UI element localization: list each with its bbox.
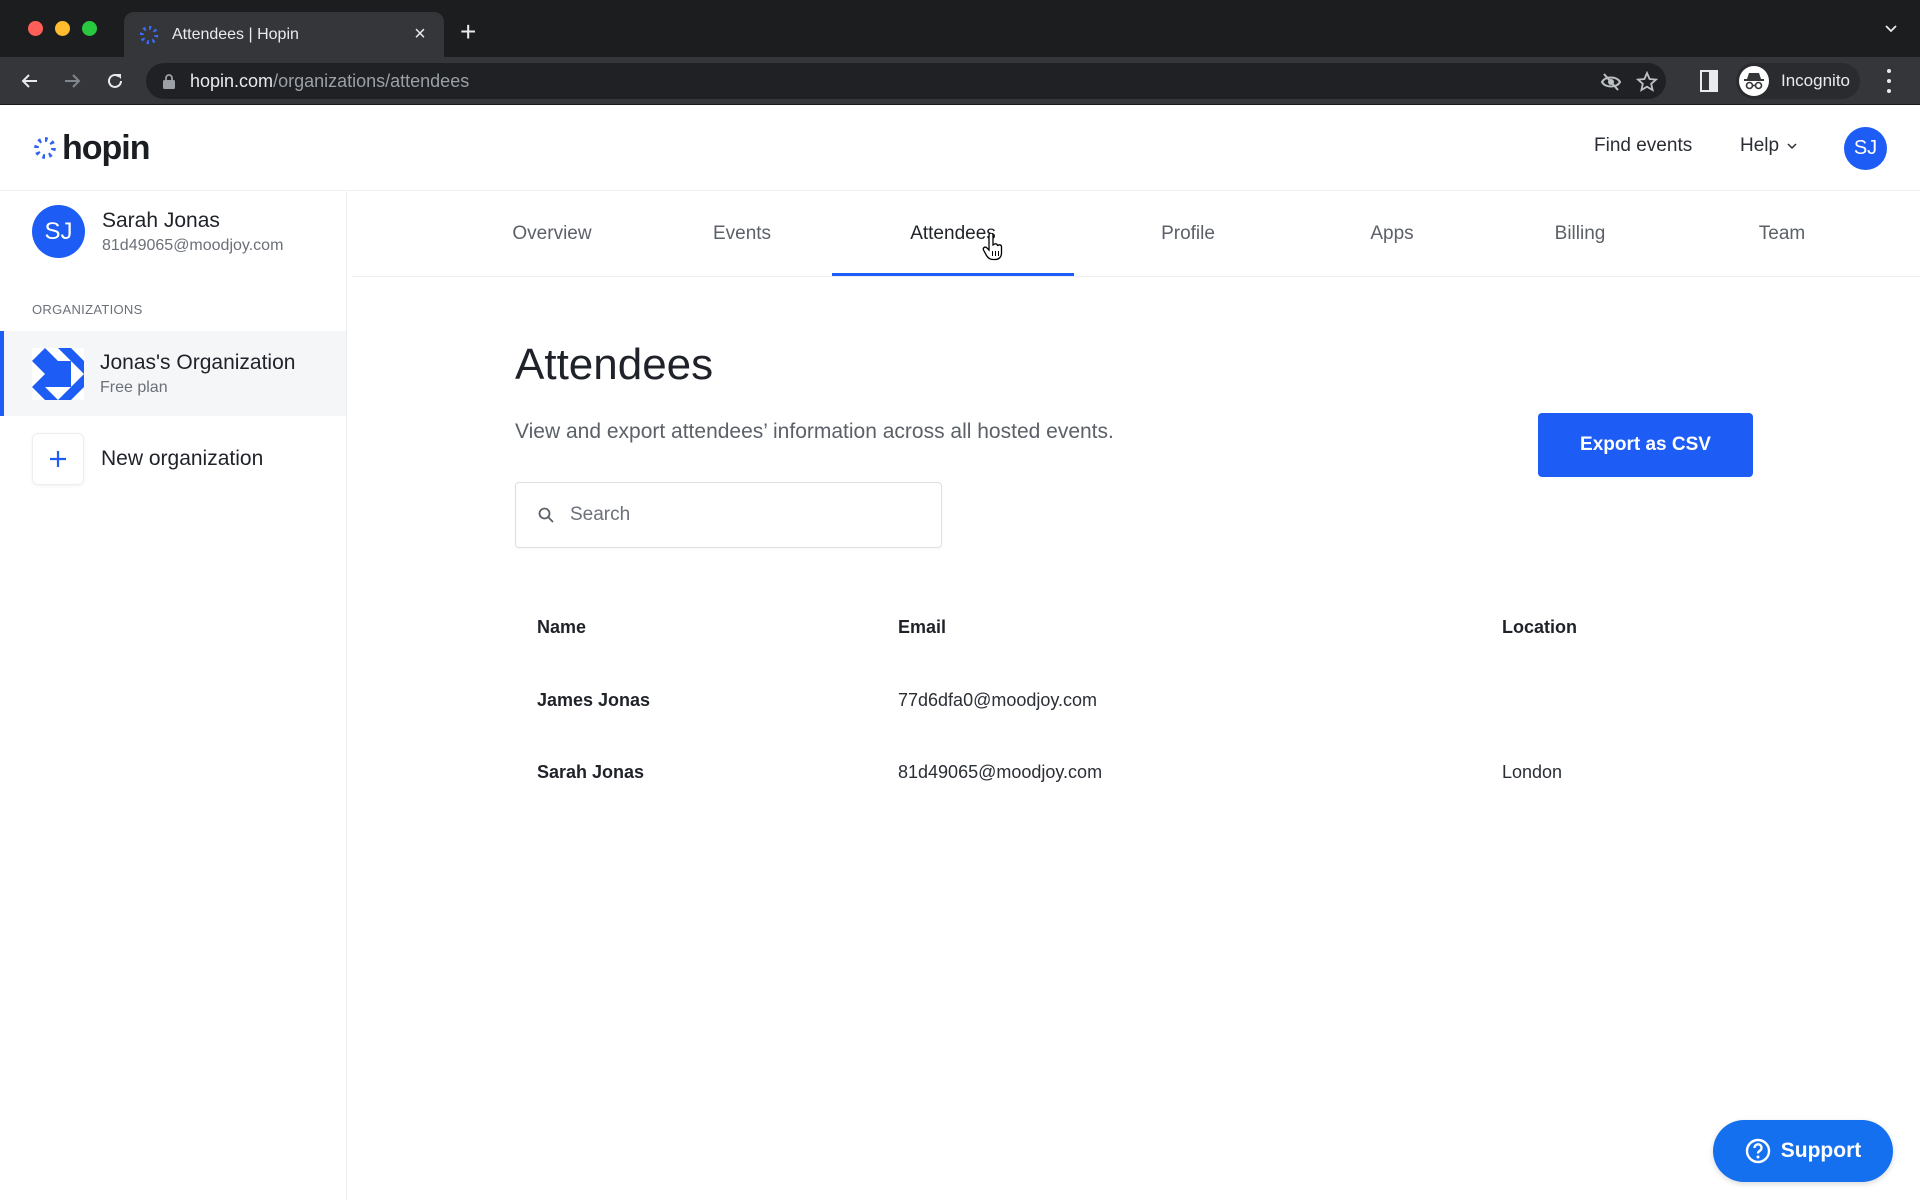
back-arrow-icon[interactable]: [16, 67, 44, 95]
url-path: /organizations/attendees: [273, 70, 470, 91]
plus-icon: [32, 433, 84, 485]
forward-arrow-icon[interactable]: [58, 67, 86, 95]
side-panel-icon[interactable]: [1700, 70, 1718, 92]
bookmark-star-icon[interactable]: [1636, 71, 1658, 93]
search-field[interactable]: [515, 482, 942, 548]
find-events-link[interactable]: Find events: [1594, 135, 1692, 157]
help-circle-icon: [1745, 1138, 1770, 1164]
new-tab-icon[interactable]: +: [460, 18, 476, 46]
browser-tab[interactable]: Attendees | Hopin ×: [124, 12, 444, 57]
tab-title: Attendees | Hopin: [172, 25, 299, 43]
tab-overview[interactable]: Overview: [462, 191, 642, 277]
attendee-name: Sarah Jonas: [537, 762, 645, 782]
user-email: 81d49065@moodjoy.com: [102, 236, 284, 254]
support-label: Support: [1780, 1139, 1862, 1162]
page-title: Attendees: [515, 340, 714, 389]
minimize-window-button[interactable]: [55, 21, 70, 36]
page-description: View and export attendees’ information a…: [515, 420, 1114, 443]
attendee-name: James Jonas: [537, 690, 651, 710]
active-tab-indicator: [832, 273, 1074, 276]
hopin-logo-icon: [34, 137, 56, 159]
export-csv-button[interactable]: Export as CSV: [1538, 413, 1753, 477]
tab-attendees[interactable]: Attendees: [832, 191, 1074, 277]
tab-team[interactable]: Team: [1682, 191, 1882, 277]
close-window-button[interactable]: [28, 21, 43, 36]
organization-logo-icon: [32, 347, 84, 400]
reload-icon[interactable]: [101, 67, 129, 95]
browser-chrome: Attendees | Hopin × + hopin.com/organiza…: [0, 0, 1920, 105]
column-header-location[interactable]: Location: [1502, 617, 1577, 638]
hopin-favicon-icon: [139, 25, 159, 44]
app-header: hopin Find events Help SJ: [0, 105, 1920, 191]
organization-plan: Free plan: [100, 378, 168, 396]
attendee-email: 81d49065@moodjoy.com: [898, 762, 1103, 782]
user-avatar[interactable]: SJ: [1844, 127, 1887, 170]
hand-pointer-cursor-icon: [982, 233, 1003, 261]
attendee-email: 77d6dfa0@moodjoy.com: [898, 690, 1098, 710]
tab-billing[interactable]: Billing: [1480, 191, 1680, 277]
user-card: SJ Sarah Jonas 81d49065@moodjoy.com: [32, 205, 283, 258]
help-menu[interactable]: Help: [1740, 135, 1797, 157]
browser-menu-icon[interactable]: [1885, 69, 1893, 93]
logo-text: hopin: [62, 129, 151, 167]
search-icon: [538, 507, 554, 523]
address-bar[interactable]: hopin.com/organizations/attendees: [146, 63, 1666, 99]
search-input[interactable]: [570, 504, 941, 526]
new-organization-label: New organization: [101, 447, 264, 470]
lock-icon: [163, 74, 175, 89]
help-label: Help: [1740, 135, 1780, 156]
new-organization-button[interactable]: New organization: [32, 433, 263, 485]
eye-slash-icon[interactable]: [1600, 71, 1622, 93]
close-tab-icon[interactable]: ×: [410, 23, 430, 46]
tab-search-chevron-icon[interactable]: [1884, 22, 1898, 36]
column-header-email[interactable]: Email: [898, 617, 946, 638]
incognito-label: Incognito: [1781, 71, 1850, 90]
organization-tabs: Overview Events Attendees Profile Apps B…: [352, 191, 1920, 277]
tab-strip: Attendees | Hopin × +: [0, 0, 1920, 57]
organization-name: Jonas's Organization: [100, 350, 296, 374]
organizations-heading: ORGANIZATIONS: [32, 302, 143, 317]
chevron-down-icon: [1787, 143, 1797, 150]
column-header-name[interactable]: Name: [537, 617, 586, 638]
sidebar-avatar: SJ: [32, 205, 85, 258]
user-name: Sarah Jonas: [102, 208, 220, 232]
sidebar: SJ Sarah Jonas 81d49065@moodjoy.com ORGA…: [0, 191, 347, 1200]
attendee-location: London: [1502, 762, 1563, 782]
support-button[interactable]: Support: [1713, 1120, 1893, 1182]
browser-toolbar: hopin.com/organizations/attendees Incogn…: [0, 57, 1920, 105]
tab-apps[interactable]: Apps: [1292, 191, 1492, 277]
incognito-profile-button[interactable]: Incognito: [1736, 63, 1860, 99]
hopin-logo[interactable]: hopin: [32, 129, 151, 167]
sidebar-item-organization[interactable]: Jonas's Organization Free plan: [0, 331, 346, 416]
url-host: hopin.com: [190, 70, 274, 91]
tab-events[interactable]: Events: [652, 191, 832, 277]
incognito-icon: [1739, 66, 1769, 96]
tab-profile[interactable]: Profile: [1088, 191, 1288, 277]
maximize-window-button[interactable]: [82, 21, 97, 36]
